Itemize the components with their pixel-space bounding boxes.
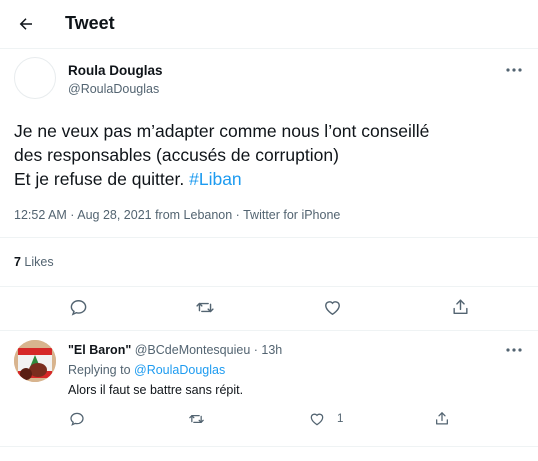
- replying-to: Replying to @RoulaDouglas: [68, 363, 225, 377]
- likes-count: 7: [14, 255, 21, 269]
- retweet-button[interactable]: [195, 298, 215, 317]
- more-dots-icon: [506, 68, 522, 72]
- author-handle[interactable]: @RoulaDouglas: [68, 82, 159, 96]
- tweet-meta: 12:52 AM · Aug 28, 2021 from Lebanon · T…: [14, 208, 341, 222]
- reply-like-count: 1: [337, 413, 344, 425]
- comment-icon: [70, 300, 87, 316]
- avatar-image: [14, 340, 56, 382]
- tweet-page: Tweet Roula Douglas @RoulaDouglas Je ne …: [0, 0, 538, 461]
- author-name[interactable]: Roula Douglas: [68, 63, 163, 78]
- comment-icon: [70, 412, 84, 426]
- reply-author-name[interactable]: "El Baron": [68, 343, 131, 357]
- tweet-text-line: Et je refuse de quitter. #Liban: [14, 167, 524, 191]
- retweet-icon: [196, 302, 214, 313]
- retweet-icon: [189, 415, 204, 423]
- divider: [0, 237, 538, 238]
- tweet-text: Je ne veux pas m’adapter comme nous l’on…: [14, 119, 524, 191]
- replying-prefix: Replying to: [68, 363, 135, 377]
- top-bar: Tweet: [0, 0, 538, 48]
- more-dots-icon: [506, 348, 522, 352]
- reply-reply-button[interactable]: [69, 411, 85, 427]
- reply-more-options-button[interactable]: [503, 343, 525, 357]
- reply-text: Alors il faut se battre sans répit.: [68, 383, 244, 397]
- more-options-button[interactable]: [503, 63, 525, 77]
- divider: [0, 286, 538, 287]
- share-icon: [436, 412, 448, 425]
- share-icon: [453, 299, 468, 315]
- divider: [0, 446, 538, 447]
- avatar[interactable]: [14, 57, 56, 99]
- share-button[interactable]: [451, 297, 470, 317]
- divider: [0, 330, 538, 331]
- reply-handle-time[interactable]: @BCdeMontesquieu · 13h: [131, 343, 283, 357]
- arrow-left-icon: [19, 18, 32, 30]
- reply-like-button[interactable]: 1: [309, 411, 343, 427]
- back-button[interactable]: [10, 8, 42, 40]
- mention-link[interactable]: @RoulaDouglas: [134, 363, 225, 377]
- page-title: Tweet: [65, 13, 115, 33]
- tweet-text-line: Je ne veux pas m’adapter comme nous l’on…: [14, 121, 430, 141]
- reply-header: "El Baron" @BCdeMontesquieu · 13h: [68, 343, 282, 357]
- like-button[interactable]: [323, 298, 342, 317]
- reply-button[interactable]: [69, 298, 88, 317]
- tweet-text-line: des responsables (accusés de corruption): [14, 145, 339, 165]
- reply-avatar[interactable]: [14, 340, 56, 382]
- heart-icon: [325, 301, 340, 316]
- likes-label: Likes: [20, 255, 54, 269]
- hashtag-link[interactable]: #Liban: [189, 169, 242, 189]
- divider: [0, 48, 538, 49]
- reply-share-button[interactable]: [434, 410, 450, 427]
- tweet-text-segment: Et je refuse de quitter.: [14, 169, 190, 189]
- likes-stat[interactable]: 7 Likes: [14, 255, 54, 269]
- reply-retweet-button[interactable]: [188, 411, 205, 427]
- heart-icon: [310, 413, 324, 426]
